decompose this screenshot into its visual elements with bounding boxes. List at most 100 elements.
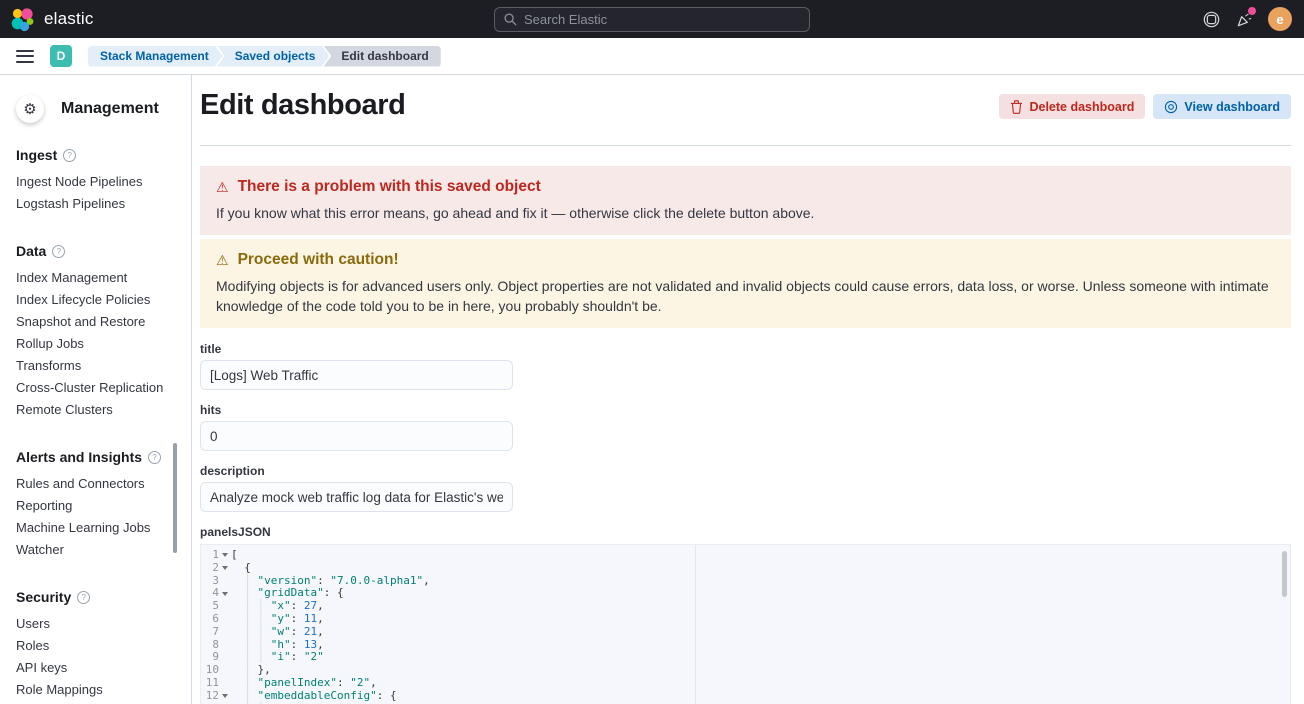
breadcrumb-stack-management[interactable]: Stack Management bbox=[88, 46, 223, 67]
fold-toggle-icon[interactable] bbox=[219, 562, 231, 575]
code-line: 7 │ │ "w": 21, bbox=[201, 626, 1290, 639]
line-number: 12 bbox=[201, 690, 219, 703]
management-sidebar: ⚙ Management Ingest?Ingest Node Pipeline… bbox=[0, 75, 192, 704]
nav-section-security: Security? UsersRolesAPI keysRole Mappings bbox=[16, 589, 191, 701]
panelsjson-label: panelsJSON bbox=[200, 525, 1291, 539]
code-line: 6 │ │ "y": 11, bbox=[201, 613, 1290, 626]
sidebar-item-snapshot-and-restore[interactable]: Snapshot and Restore bbox=[16, 311, 191, 333]
hits-field[interactable] bbox=[200, 421, 513, 451]
sidebar-item-roles[interactable]: Roles bbox=[16, 635, 191, 657]
warning-callout-body: Modifying objects is for advanced users … bbox=[216, 276, 1275, 316]
sidebar-item-remote-clusters[interactable]: Remote Clusters bbox=[16, 399, 191, 421]
fold-toggle-icon[interactable] bbox=[219, 587, 231, 600]
page-title: Edit dashboard bbox=[200, 89, 405, 121]
title-field[interactable] bbox=[200, 360, 513, 390]
sidebar-item-reporting[interactable]: Reporting bbox=[16, 495, 191, 517]
help-icon[interactable]: ? bbox=[148, 451, 161, 464]
warning-callout: ⚠ Proceed with caution! Modifying object… bbox=[200, 239, 1291, 328]
user-avatar[interactable]: e bbox=[1268, 7, 1292, 31]
indent-guides bbox=[231, 562, 244, 575]
sidebar-item-rules-and-connectors[interactable]: Rules and Connectors bbox=[16, 473, 191, 495]
editor-scrollbar[interactable] bbox=[1282, 551, 1287, 597]
indent-guides: │ │ bbox=[231, 613, 271, 626]
sidebar-item-index-management[interactable]: Index Management bbox=[16, 267, 191, 289]
eye-icon bbox=[1164, 100, 1178, 114]
nav-heading-label: Ingest bbox=[16, 147, 57, 163]
fold-spacer bbox=[219, 600, 231, 613]
deployment-badge[interactable]: D bbox=[50, 45, 72, 67]
delete-dashboard-button[interactable]: Delete dashboard bbox=[999, 94, 1145, 119]
view-dashboard-button[interactable]: View dashboard bbox=[1153, 94, 1291, 119]
logo-text: elastic bbox=[44, 9, 94, 29]
search-input[interactable] bbox=[524, 12, 800, 27]
fold-toggle-icon[interactable] bbox=[219, 690, 231, 703]
warning-callout-title: Proceed with caution! bbox=[238, 251, 399, 269]
sidebar-item-cross-cluster-replication[interactable]: Cross-Cluster Replication bbox=[16, 377, 191, 399]
sidebar-item-logstash-pipelines[interactable]: Logstash Pipelines bbox=[16, 193, 191, 215]
sidebar-item-index-lifecycle-policies[interactable]: Index Lifecycle Policies bbox=[16, 289, 191, 311]
alert-icon: ⚠ bbox=[216, 179, 229, 196]
help-icon[interactable]: ? bbox=[77, 591, 90, 604]
help-icon[interactable]: ? bbox=[63, 149, 76, 162]
fold-spacer bbox=[219, 613, 231, 626]
breadcrumb-edit-dashboard: Edit dashboard bbox=[323, 46, 440, 67]
help-icon[interactable]: ? bbox=[52, 245, 65, 258]
code-text: [ bbox=[231, 549, 238, 562]
newsfeed-icon[interactable] bbox=[1235, 10, 1253, 28]
sidebar-item-users[interactable]: Users bbox=[16, 613, 191, 635]
fold-spacer bbox=[219, 677, 231, 690]
line-number: 2 bbox=[201, 562, 219, 575]
delete-dashboard-label: Delete dashboard bbox=[1029, 100, 1134, 114]
global-search[interactable] bbox=[494, 7, 810, 32]
breadcrumb-saved-objects[interactable]: Saved objects bbox=[217, 46, 330, 67]
code-text: "i": "2" bbox=[271, 651, 324, 664]
sidebar-item-rollup-jobs[interactable]: Rollup Jobs bbox=[16, 333, 191, 355]
global-header: elastic e bbox=[0, 0, 1304, 38]
code-line: 4 │ "gridData": { bbox=[201, 587, 1290, 600]
life-saver-icon bbox=[1203, 11, 1220, 28]
sidebar-item-transforms[interactable]: Transforms bbox=[16, 355, 191, 377]
sidebar-item-api-keys[interactable]: API keys bbox=[16, 657, 191, 679]
menu-icon[interactable] bbox=[16, 50, 34, 63]
error-callout-title: There is a problem with this saved objec… bbox=[238, 178, 541, 196]
elastic-logo-icon bbox=[10, 7, 35, 32]
sidebar-item-ingest-node-pipelines[interactable]: Ingest Node Pipelines bbox=[16, 171, 191, 193]
elastic-logo[interactable]: elastic bbox=[10, 7, 94, 32]
code-text: { bbox=[244, 562, 251, 575]
sidebar-scrollbar[interactable] bbox=[173, 443, 177, 553]
sidebar-item-machine-learning-jobs[interactable]: Machine Learning Jobs bbox=[16, 517, 191, 539]
code-line: 12 │ "embeddableConfig": { bbox=[201, 690, 1290, 703]
sidebar-title: Management bbox=[61, 100, 159, 118]
warning-icon: ⚠ bbox=[216, 252, 229, 269]
deployment-icon[interactable] bbox=[1202, 10, 1220, 28]
description-field-label: description bbox=[200, 464, 1291, 478]
breadcrumb-bar: D Stack ManagementSaved objectsEdit dash… bbox=[0, 38, 1304, 75]
nav-heading-security: Security? bbox=[16, 589, 191, 605]
title-field-label: title bbox=[200, 342, 1291, 356]
fold-spacer bbox=[219, 575, 231, 588]
indent-guides: │ bbox=[231, 677, 258, 690]
nav-section-ingest: Ingest? Ingest Node PipelinesLogstash Pip… bbox=[16, 147, 191, 215]
hits-field-label: hits bbox=[200, 403, 1291, 417]
fold-spacer bbox=[219, 651, 231, 664]
trash-icon bbox=[1010, 100, 1023, 114]
code-line: 8 │ │ "h": 13, bbox=[201, 639, 1290, 652]
title-separator bbox=[200, 145, 1291, 146]
fold-spacer bbox=[219, 639, 231, 652]
code-line: 5 │ │ "x": 27, bbox=[201, 600, 1290, 613]
line-number: 11 bbox=[201, 677, 219, 690]
line-number: 1 bbox=[201, 549, 219, 562]
panelsjson-editor[interactable]: 1[2 {3 │ "version": "7.0.0-alpha1",4 │ "… bbox=[200, 544, 1291, 704]
line-number: 7 bbox=[201, 626, 219, 639]
code-line: 1[ bbox=[201, 549, 1290, 562]
sidebar-item-role-mappings[interactable]: Role Mappings bbox=[16, 679, 191, 701]
fold-toggle-icon[interactable] bbox=[219, 549, 231, 562]
sidebar-item-watcher[interactable]: Watcher bbox=[16, 539, 191, 561]
indent-guides: │ │ bbox=[231, 626, 271, 639]
description-field[interactable] bbox=[200, 482, 513, 512]
view-dashboard-label: View dashboard bbox=[1184, 100, 1280, 114]
nav-heading-data: Data? bbox=[16, 243, 191, 259]
nav-section-data: Data? Index ManagementIndex Lifecycle Pol… bbox=[16, 243, 191, 421]
line-number: 6 bbox=[201, 613, 219, 626]
nav-heading-label: Security bbox=[16, 589, 71, 605]
